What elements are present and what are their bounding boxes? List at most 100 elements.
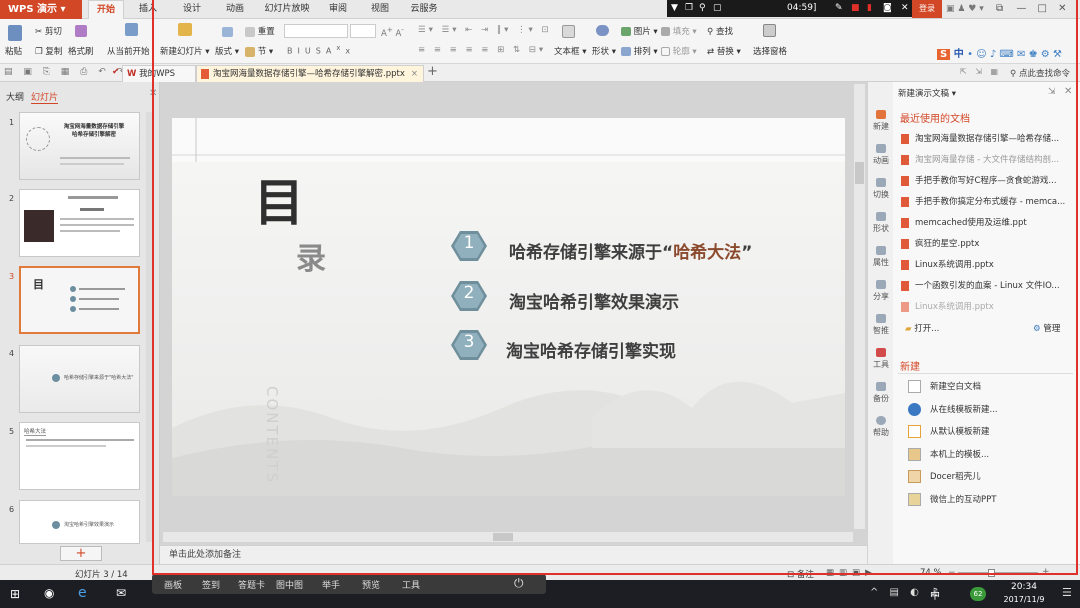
scroll-thumb[interactable] (855, 162, 864, 184)
add-slide-button[interactable]: + (60, 546, 102, 561)
clock-time[interactable]: 20:34 (1004, 582, 1044, 592)
outline-button[interactable]: 轮廓 ▾ (661, 45, 697, 57)
search-icon[interactable]: ⚲ (699, 0, 706, 17)
pres-tool-item[interactable]: 预览 (362, 578, 380, 591)
new-from-online-template[interactable]: 从在线模板新建... (908, 403, 998, 416)
pen-icon[interactable]: ✎ (835, 0, 843, 17)
tab-view[interactable]: 视图 (364, 0, 396, 19)
slide-thumbnail-1[interactable]: 淘宝网海量数据存储引擎 哈希存储引擎解密 (19, 112, 140, 180)
textbox-icon[interactable] (562, 25, 575, 38)
tab-outline[interactable]: 大纲 (6, 90, 24, 103)
power-icon[interactable]: ⏻ (514, 576, 524, 591)
shape-icon[interactable] (596, 25, 609, 36)
slide-thumbnail-6[interactable]: 淘宝哈希引擎效果演示 (19, 500, 140, 544)
arrange-button[interactable]: 排列 ▾ (621, 45, 658, 57)
wps-app-button[interactable]: WPS 演示 ▾ (0, 0, 82, 19)
crop-icon[interactable]: ▢ (713, 0, 722, 17)
replace-button[interactable]: ⇄ 替换 ▾ (707, 45, 741, 57)
tab-review[interactable]: 审阅 (322, 0, 354, 19)
restore-icon[interactable]: ⧉ (996, 3, 1003, 14)
layout-button[interactable]: 版式 ▾ (215, 45, 239, 57)
font-name-select[interactable] (284, 24, 348, 38)
slide-thumbnail-5[interactable]: 哈希大法 (19, 422, 140, 490)
play-icon[interactable] (125, 23, 138, 36)
pres-tool-item[interactable]: 图中图 (276, 578, 303, 591)
new-from-default-template[interactable]: 从默认模板新建 (908, 425, 990, 438)
picture-button[interactable]: 图片 ▾ (621, 25, 658, 37)
recent-doc-item[interactable]: 疯狂的星空.pptx (901, 237, 1073, 249)
window-icon[interactable]: ❐ (685, 0, 693, 17)
dropdown-icon[interactable]: ▼ (671, 0, 678, 17)
command-search[interactable]: ⚲ 点此查找命令 (1010, 67, 1070, 79)
nav-share[interactable]: 分享 (868, 280, 894, 302)
manage-button[interactable]: ⚙ 管理 (1033, 322, 1060, 334)
new-slide-button[interactable]: 新建幻灯片 ▾ (160, 45, 209, 57)
ime-tools-icons[interactable]: • ☺ ♪ ⌨ ✉ ♚ ⚙ ⚒ (967, 49, 1062, 60)
paste-button[interactable] (8, 25, 22, 41)
nav-transition[interactable]: 切换 (868, 178, 894, 200)
shape-button[interactable]: 形状 ▾ (592, 45, 616, 57)
pres-tool-item[interactable]: 工具 (402, 578, 420, 591)
local-templates[interactable]: 本机上的模板... (908, 448, 989, 461)
horizontal-scrollbar[interactable] (163, 532, 853, 542)
add-tab-icon[interactable]: + (427, 64, 438, 79)
slide-canvas[interactable]: 目 录 CONTENTS 1 哈希存储引擎来源于“哈希大法” 2 淘宝哈希引擎效… (172, 118, 845, 496)
nav-tools[interactable]: 工具 (868, 348, 894, 370)
pres-tool-item[interactable]: 画板 (164, 578, 182, 591)
pane-header[interactable]: 新建演示文稿 ▾ (898, 87, 956, 99)
pres-tool-item[interactable]: 举手 (322, 578, 340, 591)
clock-date[interactable]: 2017/11/9 (996, 595, 1052, 604)
layout-icon[interactable] (222, 27, 233, 38)
nav-properties[interactable]: 属性 (868, 246, 894, 268)
wechat-interactive-ppt[interactable]: 微信上的互动PPT (908, 493, 996, 506)
find-button[interactable]: ⚲ 查找 (707, 25, 733, 37)
nav-animation[interactable]: 动画 (868, 144, 894, 166)
login-button[interactable]: 登录 (912, 0, 942, 18)
reset-button[interactable]: 重置 (245, 25, 275, 37)
tab-home[interactable]: 开始 (88, 0, 124, 19)
font-size-select[interactable] (350, 24, 376, 38)
notification-icon[interactable]: ☰ (1062, 586, 1072, 599)
ie-icon[interactable]: e (78, 585, 87, 601)
pres-tool-item[interactable]: 签到 (202, 578, 220, 591)
textbox-button[interactable]: 文本框 ▾ (554, 45, 586, 57)
copy-button[interactable]: ❐ 复制 (35, 45, 62, 57)
select-pane-button[interactable]: 选择窗格 (753, 45, 787, 57)
nav-backup[interactable]: 备份 (868, 382, 894, 404)
pane-pin-icon[interactable]: ⇲ (1048, 87, 1056, 97)
pane-close-icon[interactable]: ✕ (1064, 86, 1072, 97)
format-painter-icon[interactable] (75, 25, 87, 37)
alignment-buttons[interactable]: ≡ ≡ ≡ ≡ ≡ ⊞ ⇅ ⊟▾ (418, 45, 546, 55)
mail-icon[interactable]: ✉ (116, 586, 126, 600)
tab-cloud[interactable]: 云服务 (406, 0, 442, 19)
recent-doc-item[interactable]: 手把手教你写好C程序—贪食蛇游戏... (901, 174, 1073, 186)
slide-thumbnail-4[interactable]: 哈希存储引擎来源于"哈希大法" (19, 345, 140, 413)
my-wps-tab[interactable]: W 我的WPS (122, 65, 196, 82)
font-size-adjust[interactable]: A+ A- (381, 25, 404, 39)
pause-icon[interactable]: ▮ (867, 0, 872, 17)
notes-area[interactable]: 单击此处添加备注 (160, 545, 867, 565)
tray-badge[interactable]: 62 (970, 587, 986, 601)
docer[interactable]: Docer稻壳儿 (908, 470, 981, 483)
open-button[interactable]: ▰ 打开... (905, 322, 939, 334)
from-current-button[interactable]: 从当前开始 (107, 45, 150, 57)
new-blank-doc[interactable]: 新建空白文档 (908, 380, 981, 393)
recent-doc-item[interactable]: Linux系统调用.pptx (901, 258, 1073, 270)
new-slide-icon[interactable] (178, 23, 192, 36)
maximize-icon[interactable]: □ (1038, 3, 1047, 14)
recent-doc-item[interactable]: 淘宝网海量数据存储引擎—哈希存储... (901, 132, 1073, 144)
skin-icon[interactable]: ▣ ♟ ♥ ▾ (946, 4, 984, 14)
ime-mode[interactable]: 中 (954, 49, 964, 60)
paragraph-list-buttons[interactable]: ☰▾ ☰▾ ⇤ ⇥ ‖▾ ⋮▾ ⊡ (418, 25, 552, 35)
paste-label[interactable]: 粘贴 (5, 45, 22, 57)
select-pane-icon[interactable] (763, 24, 776, 37)
windows-start-icon[interactable]: ⊞ (10, 587, 20, 601)
section-button[interactable]: 节 ▾ (245, 45, 273, 57)
slide-thumbnail-2[interactable] (19, 189, 140, 257)
misc-icons[interactable]: ⇱ ⇲ ▦ (960, 67, 1001, 76)
pres-tool-item[interactable]: 答题卡 (238, 578, 265, 591)
close-icon[interactable]: ✕ (901, 0, 909, 17)
recent-doc-item[interactable]: memcached使用及运维.ppt (901, 216, 1073, 228)
tab-insert[interactable]: 插入 (132, 0, 164, 19)
hscroll-thumb[interactable] (493, 533, 513, 541)
